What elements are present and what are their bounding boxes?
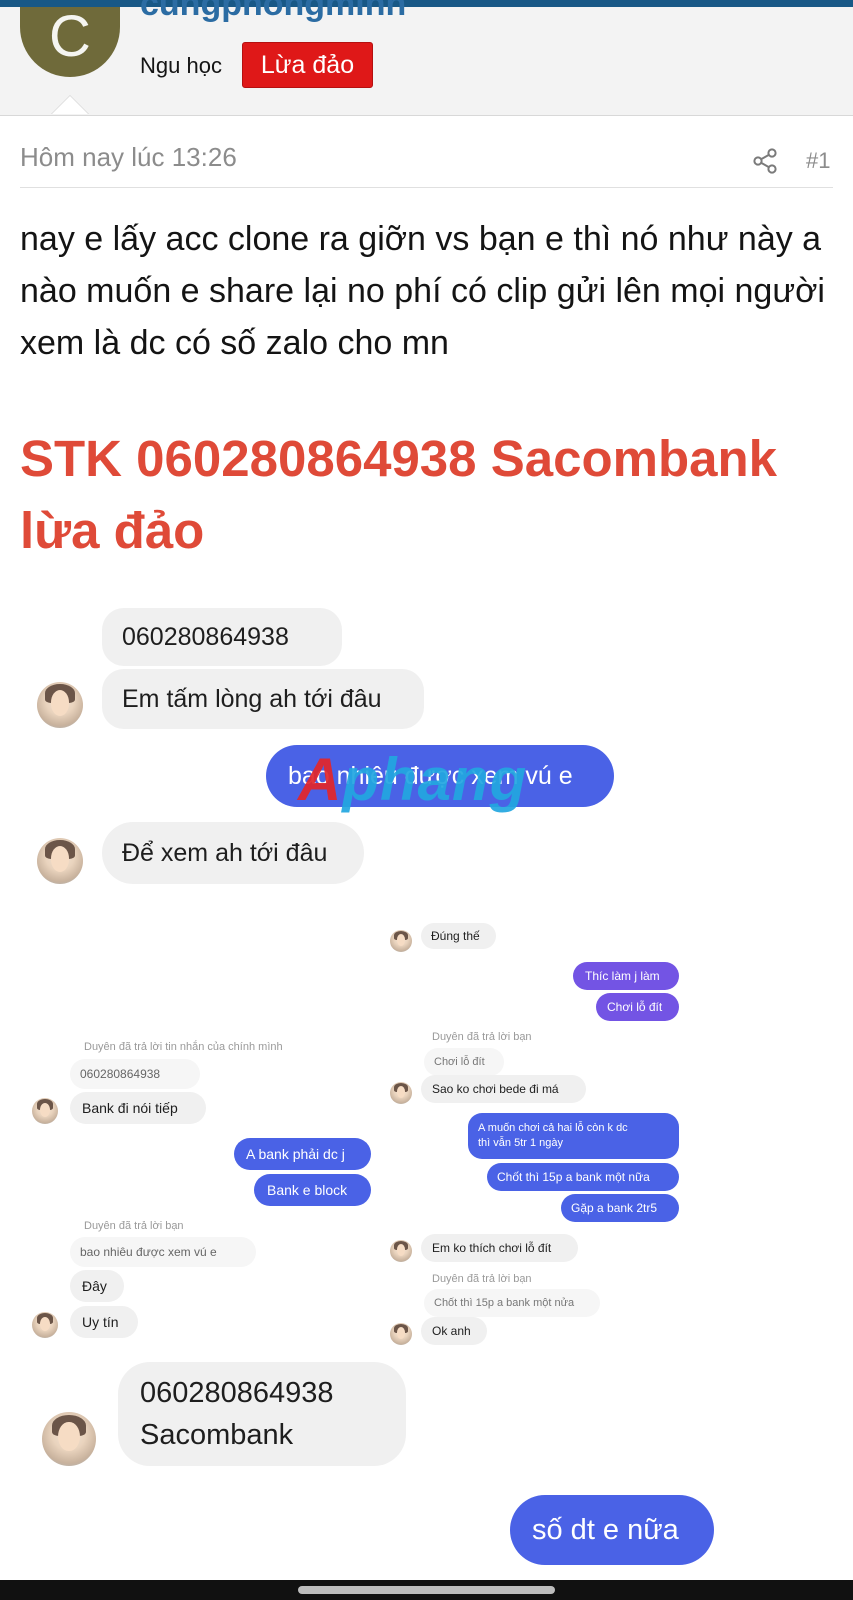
chat-avatar [390,930,412,952]
chat-bubble-sent: A bank phải dc j [234,1138,371,1170]
home-indicator[interactable] [298,1586,555,1594]
chat-avatar [32,1098,58,1124]
share-icon[interactable] [752,148,778,174]
post-headline: STK 060280864938 Sacombank lừa đảo [20,430,777,559]
chat-bubble-received: 060280864938 [102,608,342,666]
user-avatar[interactable]: C [20,7,120,77]
sent-line: A muốn chơi cả hai lỗ còn k dc [478,1122,628,1134]
chat-bubble-received: Sao ko chơi bede đi má [421,1075,586,1103]
username-link[interactable]: cungphongminh [140,0,406,24]
reply-note: Duyên đã trả lời bạn [84,1220,184,1232]
account-number: 060280864938 [140,1377,334,1409]
chat-avatar [390,1240,412,1262]
quoted-message: Chốt thì 15p a bank một nửa [424,1289,600,1317]
quoted-message: 060280864938 [70,1059,200,1089]
post-author-header: C cungphongminh Ngu học Lừa đảo [0,0,853,116]
reply-note: Duyên đã trả lời bạn [432,1031,532,1043]
post-timestamp[interactable]: Hôm nay lúc 13:26 [20,142,237,173]
chat-bubble-received: Đúng thế [421,923,496,949]
post-number-link[interactable]: #1 [806,148,830,174]
chat-bubble-sent: A muốn chơi cả hai lỗ còn k dc thì vẫn 5t… [468,1113,679,1159]
chat-bubble-received: 060280864938 Sacombank [118,1362,406,1466]
user-title: Ngu học [140,53,222,78]
top-accent-bar [0,0,853,7]
chat-bubble-received: Để xem ah tới đâu [102,822,364,884]
site-watermark: Aphang [298,746,528,813]
chat-avatar [37,682,83,728]
chat-screenshot-image: 060280864938 Em tấm lòng ah tới đâu bao … [20,605,833,1580]
scam-badge: Lừa đảo [242,42,373,88]
post-body: nay e lấy acc clone ra giỡn vs bạn e thì… [20,220,825,362]
header-pointer [52,96,88,114]
chat-bubble-received: Đây [70,1270,124,1302]
chat-bubble-sent: Gặp a bank 2tr5 [561,1194,679,1222]
reply-note: Duyên đã trả lời bạn [432,1273,532,1285]
chat-bubble-received: Em ko thích chơi lỗ đít [421,1234,578,1262]
chat-bubble-sent: Chơi lỗ đít [596,993,679,1021]
chat-bubble-received: Bank đi nói tiếp [70,1092,206,1124]
chat-bubble-sent: Bank e block [254,1174,371,1206]
bank-name: Sacombank [140,1419,294,1451]
meta-divider [20,187,833,188]
chat-avatar [32,1312,58,1338]
chat-bubble-received: Ok anh [421,1317,487,1345]
quoted-message: bao nhiêu được xem vú e [70,1237,256,1267]
chat-avatar [37,838,83,884]
chat-avatar [390,1082,412,1104]
avatar-letter: C [49,7,91,69]
chat-bubble-sent: số dt e nữa [510,1495,714,1565]
quoted-message: Chơi lỗ đít [424,1048,504,1076]
chat-bubble-sent: Chốt thì 15p a bank một nữa [487,1163,679,1191]
reply-note: Duyên đã trả lời tin nhắn của chính mình [84,1041,283,1053]
chat-bubble-received: Uy tín [70,1306,138,1338]
chat-avatar [390,1323,412,1345]
sent-line: thì vẫn 5tr 1 ngày [478,1137,563,1149]
chat-bubble-received: Em tấm lòng ah tới đâu [102,669,424,729]
chat-bubble-sent: Thíc làm j làm [573,962,679,990]
chat-avatar [42,1412,96,1466]
